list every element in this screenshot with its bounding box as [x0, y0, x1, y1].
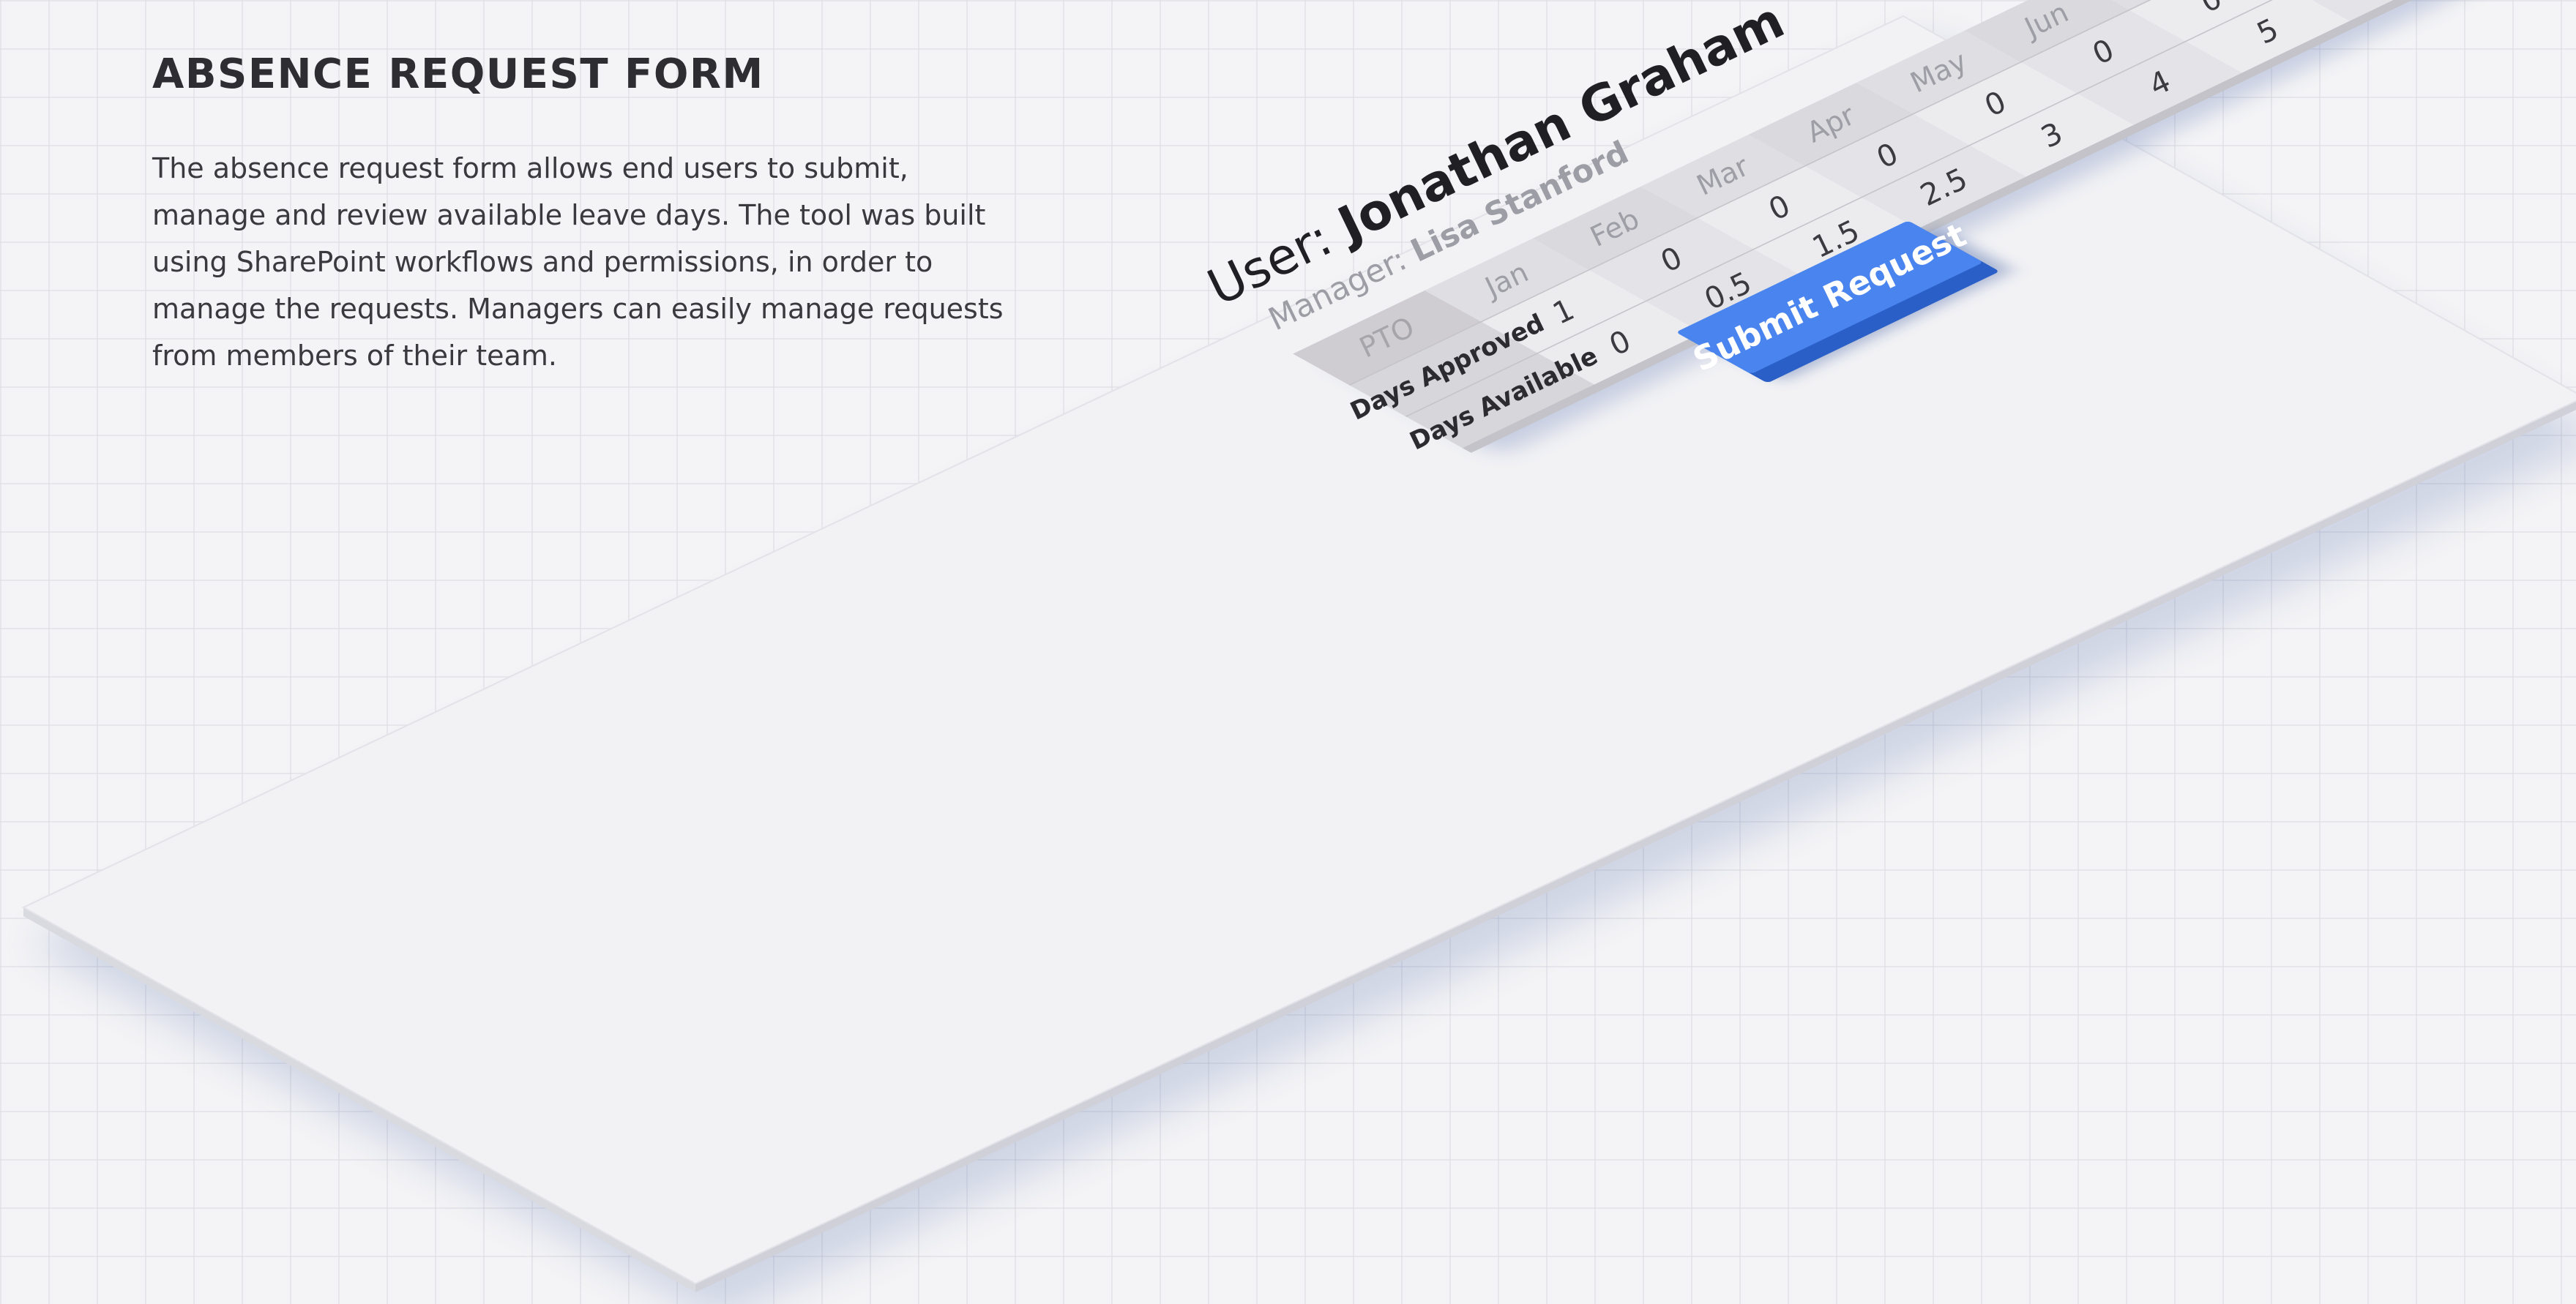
form-card: [21, 15, 2576, 1292]
absence-form-illustration: User: Jonathan GrahamManager: Lisa Stanf…: [21, 0, 2576, 1304]
card-surface: [21, 15, 2576, 1285]
